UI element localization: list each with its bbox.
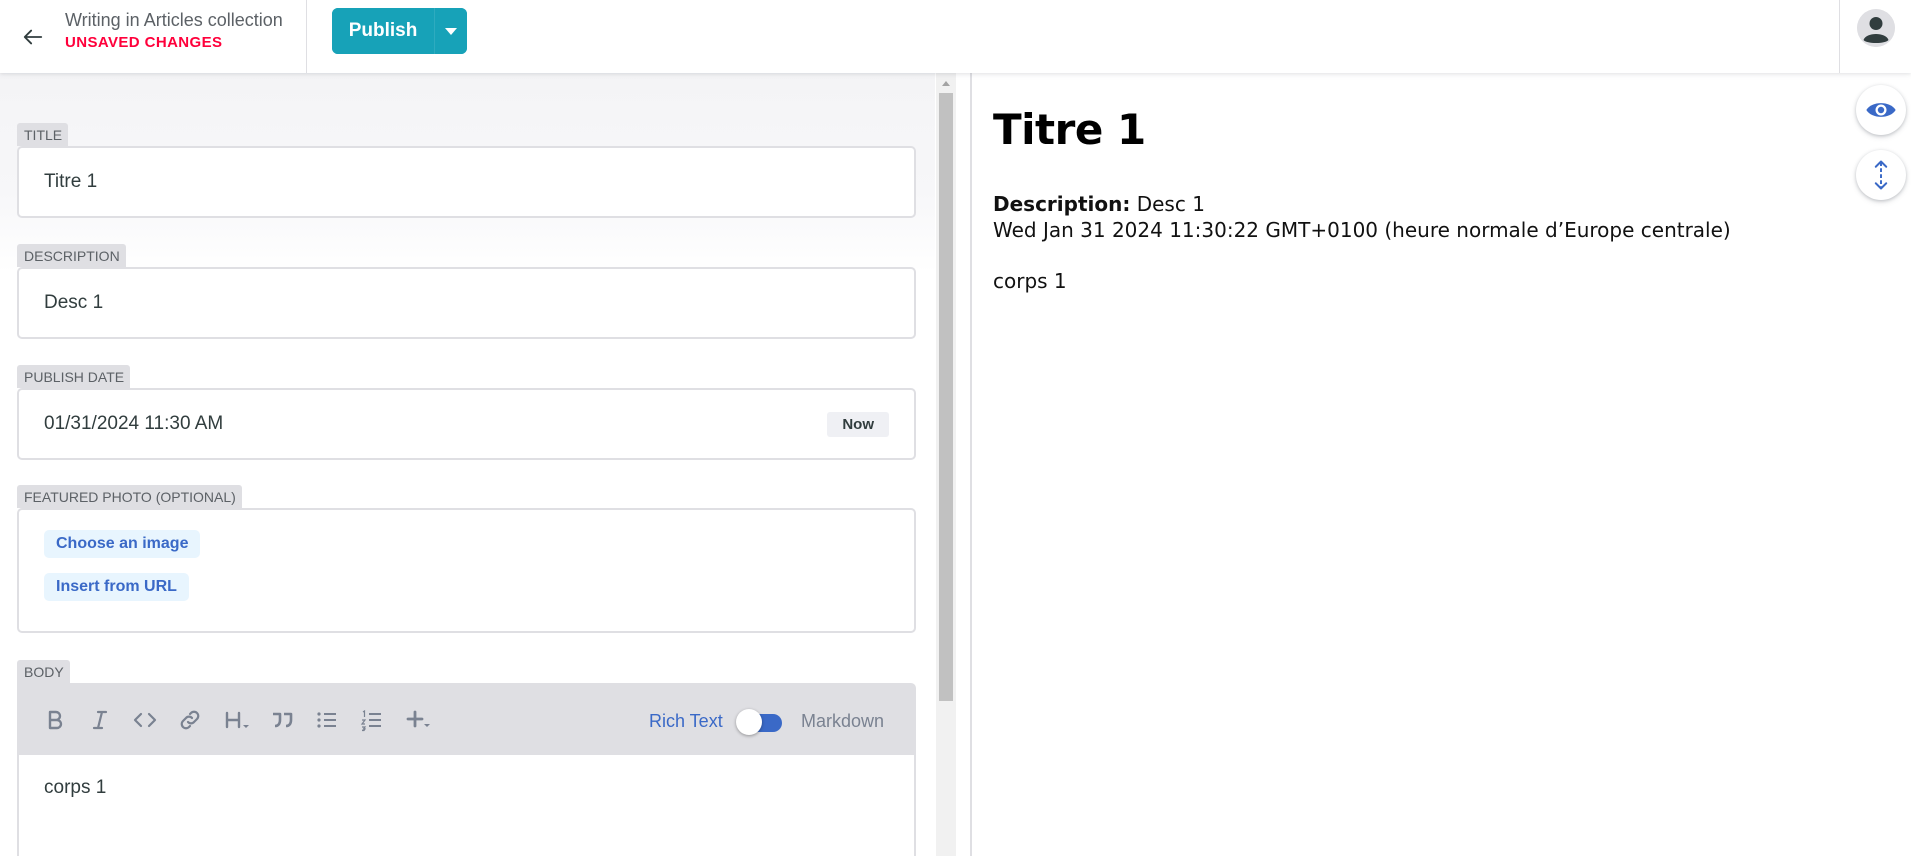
user-icon [1857, 9, 1895, 47]
field-label: DESCRIPTION [17, 244, 126, 267]
heading-button[interactable] [221, 706, 255, 734]
italic-icon [92, 710, 108, 730]
preview-title: Titre 1 [993, 105, 1146, 154]
quote-button[interactable] [268, 706, 296, 734]
preview-description-value: Desc 1 [1136, 192, 1205, 216]
toggle-knob [736, 709, 762, 735]
scroll-sync-icon [1874, 160, 1888, 190]
preview-toggle-button[interactable] [1856, 85, 1906, 135]
preview-description-label: Description: [993, 192, 1131, 216]
publish-date-input[interactable]: 01/31/2024 11:30 AM [44, 413, 223, 435]
featured-photo-field: FEATURED PHOTO (OPTIONAL) Choose an imag… [17, 485, 916, 633]
chevron-down-icon [445, 27, 457, 35]
collection-title: Writing in Articles collection [65, 10, 283, 30]
heading-icon [225, 711, 249, 729]
description-input-box[interactable]: Desc 1 [17, 267, 916, 339]
topbar-divider [306, 0, 307, 73]
description-field: DESCRIPTION Desc 1 [17, 244, 916, 339]
now-button[interactable]: Now [827, 411, 889, 437]
body-toolbar: Rich Text Markdown [17, 683, 916, 755]
add-component-button[interactable] [403, 706, 437, 734]
title-input-box[interactable]: Titre 1 [17, 146, 916, 218]
editor-topbar: Writing in Articles collection UNSAVED C… [0, 0, 1911, 73]
body-field: BODY Rich Text Markdown corps 1 [17, 660, 916, 856]
collection-status: Writing in Articles collection UNSAVED C… [65, 9, 283, 51]
editor-scrollbar[interactable] [936, 73, 956, 856]
scroll-up-arrow[interactable] [942, 81, 950, 86]
bulleted-list-button[interactable] [313, 706, 341, 734]
preview-date: Wed Jan 31 2024 11:30:22 GMT+0100 (heure… [993, 218, 1731, 242]
choose-image-button[interactable]: Choose an image [44, 530, 201, 558]
scrollbar-thumb[interactable] [939, 93, 953, 701]
bold-icon [48, 710, 63, 730]
body-editor[interactable]: corps 1 [17, 755, 916, 856]
code-icon [133, 712, 157, 728]
field-label: PUBLISH DATE [17, 365, 131, 388]
numbered-list-icon [360, 709, 381, 732]
publish-date-field: PUBLISH DATE 01/31/2024 11:30 AM Now [17, 365, 916, 460]
preview-body: corps 1 [993, 269, 1067, 293]
unsaved-changes-badge: UNSAVED CHANGES [65, 34, 223, 51]
title-field: TITLE Titre 1 [17, 123, 916, 218]
back-button[interactable] [0, 0, 66, 73]
description-input[interactable]: Desc 1 [44, 292, 103, 314]
italic-button[interactable] [86, 706, 114, 734]
publish-date-input-box[interactable]: 01/31/2024 11:30 AM Now [17, 388, 916, 460]
editor-pane: TITLE Titre 1 DESCRIPTION Desc 1 PUBLISH… [0, 73, 935, 856]
link-icon [180, 710, 200, 730]
markdown-label[interactable]: Markdown [801, 711, 884, 732]
field-label: TITLE [17, 123, 69, 146]
rich-text-label[interactable]: Rich Text [649, 711, 723, 732]
publish-button[interactable]: Publish [332, 8, 434, 54]
add-component-icon [406, 710, 430, 728]
eye-icon [1866, 103, 1896, 117]
preview-pane: Titre 1 Description: Desc 1 Wed Jan 31 2… [972, 73, 1911, 856]
field-label: FEATURED PHOTO (OPTIONAL) [17, 485, 242, 508]
title-input[interactable]: Titre 1 [44, 171, 97, 193]
scroll-sync-button[interactable] [1856, 150, 1906, 200]
bold-button[interactable] [41, 706, 69, 734]
featured-photo-box: Choose an image Insert from URL [17, 508, 916, 633]
publish-dropdown-button[interactable] [434, 8, 467, 54]
publish-button-group: Publish [332, 8, 467, 54]
preview-description: Description: Desc 1 [993, 189, 1205, 219]
topbar-divider-right [1839, 0, 1840, 73]
avatar[interactable] [1857, 9, 1895, 47]
markdown-toggle[interactable] [736, 709, 784, 735]
field-label: BODY [17, 660, 70, 683]
body-text[interactable]: corps 1 [44, 777, 106, 798]
numbered-list-button[interactable] [358, 706, 386, 734]
arrow-left-icon [23, 29, 43, 44]
quote-icon [273, 712, 293, 728]
link-button[interactable] [176, 706, 204, 734]
bulleted-list-icon [317, 712, 336, 728]
code-button[interactable] [131, 706, 159, 734]
insert-from-url-button[interactable]: Insert from URL [44, 573, 189, 601]
